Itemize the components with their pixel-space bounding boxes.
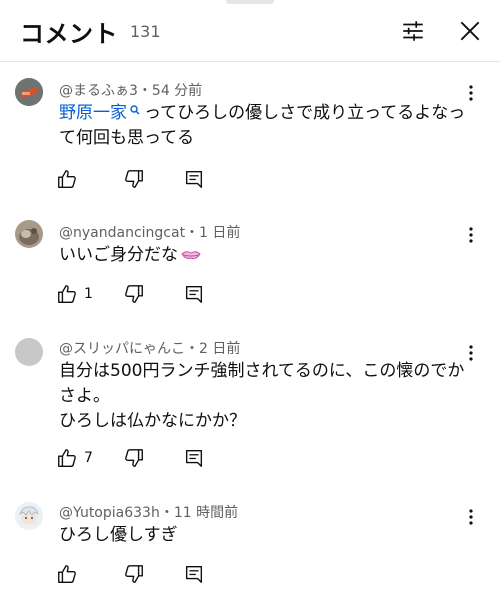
- more-vertical-icon: [469, 345, 473, 361]
- thumbs-up-icon: [58, 565, 76, 583]
- comment-text-line: ひろし優しすぎ: [59, 525, 178, 545]
- thumbs-up-icon: [58, 285, 76, 303]
- reply-button[interactable]: [183, 445, 205, 471]
- like-count: 7: [84, 450, 93, 466]
- reply-button[interactable]: [183, 166, 205, 192]
- filter-button[interactable]: [398, 16, 428, 46]
- comment-item: @まるふぁ3・54 分前 野原一家 ってひろしの優しさで成り立ってるよなっ て何回…: [0, 72, 500, 192]
- comment-text-line: さよ。: [59, 386, 110, 406]
- like-count: 1: [84, 286, 93, 302]
- avatar[interactable]: [15, 502, 43, 530]
- thumbs-down-icon: [125, 449, 143, 467]
- comment-item: @Yutopia633h・11 時間前 ひろし優しすぎ: [0, 494, 500, 592]
- comment-text: いいご身分だな: [59, 243, 469, 268]
- smiling-lips-emoji: [181, 251, 201, 259]
- reply-comment-icon: [185, 285, 203, 303]
- comment-item: @nyandancingcat・1 日前 いいご身分だな 1: [0, 212, 500, 312]
- comment-text-line: ひろしは仏かなにかか？: [59, 411, 246, 431]
- reply-button[interactable]: [183, 281, 205, 307]
- more-vertical-icon: [469, 85, 473, 101]
- comment-author[interactable]: @nyandancingcat・1 日前: [59, 222, 240, 242]
- dislike-button[interactable]: [123, 281, 145, 307]
- comment-text-line: いいご身分だな: [59, 245, 178, 265]
- reply-button[interactable]: [183, 561, 205, 587]
- dislike-button[interactable]: [123, 445, 145, 471]
- comment-text: 自分は500円ランチ強制されてるのに、この懐のでか さよ。 ひろしは仏かなにかか…: [59, 359, 469, 434]
- comments-header: コメント 131: [0, 0, 500, 62]
- avatar[interactable]: [15, 78, 43, 106]
- comment-item: @スリッパにゃんこ・2 日前 自分は500円ランチ強制されてるのに、この懐のでか…: [0, 330, 500, 480]
- thumbs-down-icon: [125, 170, 143, 188]
- like-button[interactable]: [56, 561, 84, 587]
- more-options-button[interactable]: [460, 506, 482, 528]
- dislike-button[interactable]: [123, 561, 145, 587]
- more-options-button[interactable]: [460, 82, 482, 104]
- comment-author[interactable]: @Yutopia633h・11 時間前: [59, 502, 238, 522]
- thumbs-up-icon: [58, 170, 76, 188]
- thumbs-up-icon: [58, 449, 76, 467]
- filter-sliders-icon: [403, 21, 423, 41]
- panel-title: コメント: [20, 20, 118, 48]
- dislike-button[interactable]: [123, 166, 145, 192]
- more-vertical-icon: [469, 509, 473, 525]
- thumbs-down-icon: [125, 285, 143, 303]
- comment-text-line: 自分は500円ランチ強制されてるのに、この懐のでか: [59, 361, 465, 381]
- like-button[interactable]: 7: [56, 445, 93, 471]
- comment-text: 野原一家 ってひろしの優しさで成り立ってるよなっ て何回も思ってる: [59, 101, 469, 151]
- reply-comment-icon: [185, 170, 203, 188]
- avatar[interactable]: [15, 338, 43, 366]
- reply-comment-icon: [185, 565, 203, 583]
- avatar[interactable]: [15, 220, 43, 248]
- search-link-icon: [130, 105, 140, 115]
- more-options-button[interactable]: [460, 224, 482, 246]
- comment-text-line: て何回も思ってる: [59, 128, 195, 148]
- comment-text: ひろし優しすぎ: [59, 523, 469, 548]
- like-button[interactable]: [56, 166, 84, 192]
- close-icon: [460, 21, 480, 41]
- hashtag-link[interactable]: 野原一家: [59, 103, 127, 123]
- comment-count: 131: [130, 22, 161, 41]
- thumbs-down-icon: [125, 565, 143, 583]
- more-vertical-icon: [469, 227, 473, 243]
- comment-author[interactable]: @まるふぁ3・54 分前: [59, 80, 202, 100]
- more-options-button[interactable]: [460, 342, 482, 364]
- close-button[interactable]: [455, 16, 485, 46]
- like-button[interactable]: 1: [56, 281, 93, 307]
- comment-text-rest: ってひろしの優しさで成り立ってるよなっ: [144, 103, 466, 123]
- comment-author[interactable]: @スリッパにゃんこ・2 日前: [59, 338, 240, 358]
- reply-comment-icon: [185, 449, 203, 467]
